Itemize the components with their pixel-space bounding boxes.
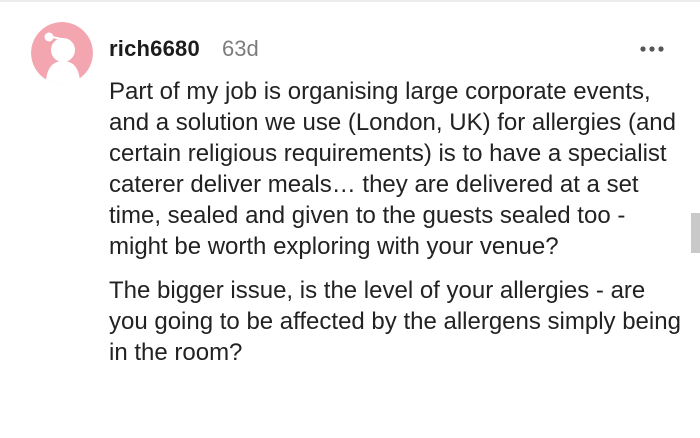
scrollbar-thumb[interactable] <box>691 213 700 253</box>
more-options-icon[interactable] <box>638 40 668 58</box>
comment-body: Part of my job is organising large corpo… <box>109 76 684 368</box>
comment-paragraph: The bigger issue, is the level of your a… <box>109 277 681 366</box>
top-divider <box>0 0 700 2</box>
reddit-snoo-avatar-icon <box>31 22 93 84</box>
comment-username[interactable]: rich6680 <box>109 36 200 62</box>
user-avatar[interactable] <box>31 22 93 84</box>
comment-timestamp: 63d <box>222 36 259 61</box>
comment-paragraph: Part of my job is organising large corpo… <box>109 78 676 260</box>
